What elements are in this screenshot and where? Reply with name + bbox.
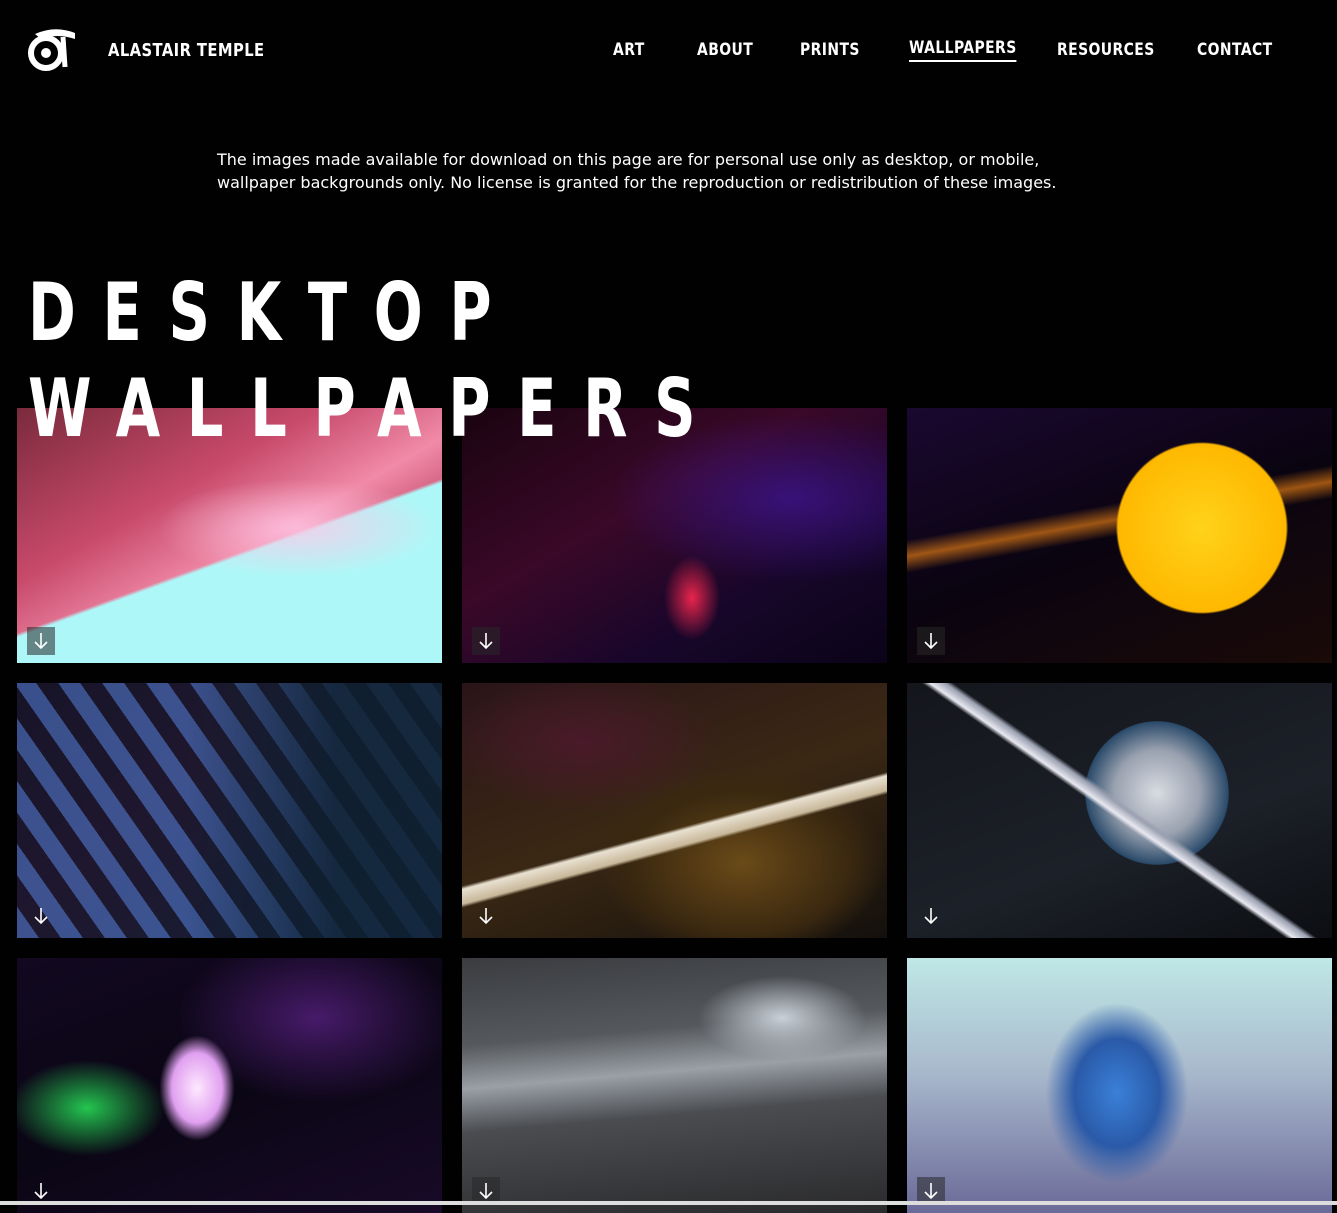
page-title: DESKTOP WALLPAPERS (28, 265, 722, 457)
download-button[interactable] (472, 627, 500, 655)
main-nav: ART ABOUT PRINTS WALLPAPERS RESOURCES CO… (0, 38, 1337, 64)
wallpaper-tile-8[interactable] (462, 958, 887, 1213)
wallpaper-image (907, 958, 1332, 1213)
download-button[interactable] (917, 902, 945, 930)
download-button[interactable] (27, 902, 55, 930)
download-button[interactable] (27, 627, 55, 655)
wallpaper-image (462, 958, 887, 1213)
download-arrow-icon (479, 908, 493, 925)
download-arrow-icon (924, 1183, 938, 1200)
wallpaper-image (907, 408, 1332, 663)
nav-wallpapers[interactable]: WALLPAPERS (909, 38, 1017, 62)
wallpaper-image (907, 683, 1332, 938)
wallpaper-tile-4[interactable] (17, 683, 442, 938)
download-arrow-icon (924, 908, 938, 925)
nav-about[interactable]: ABOUT (697, 40, 753, 60)
wallpaper-tile-5[interactable] (462, 683, 887, 938)
license-notice: The images made available for download o… (217, 150, 1057, 192)
download-arrow-icon (924, 633, 938, 650)
nav-resources[interactable]: RESOURCES (1057, 40, 1155, 60)
wallpaper-tile-9[interactable] (907, 958, 1332, 1213)
download-arrow-icon (34, 633, 48, 650)
wallpaper-tile-7[interactable] (17, 958, 442, 1213)
nav-prints[interactable]: PRINTS (800, 40, 860, 60)
page-bottom-border (0, 1201, 1337, 1205)
wallpaper-shade (17, 683, 442, 938)
download-arrow-icon (479, 633, 493, 650)
download-arrow-icon (34, 908, 48, 925)
page-title-line-2: WALLPAPERS (28, 362, 723, 455)
wallpaper-image (17, 958, 442, 1213)
wallpaper-tile-6[interactable] (907, 683, 1332, 938)
page-title-line-1: DESKTOP (28, 266, 519, 359)
download-arrow-icon (34, 1183, 48, 1200)
download-button[interactable] (472, 902, 500, 930)
nav-art[interactable]: ART (613, 40, 645, 60)
wallpaper-image (462, 683, 887, 938)
download-button[interactable] (917, 627, 945, 655)
download-arrow-icon (479, 1183, 493, 1200)
nav-contact[interactable]: CONTACT (1197, 40, 1273, 60)
wallpaper-tile-3[interactable] (907, 408, 1332, 663)
